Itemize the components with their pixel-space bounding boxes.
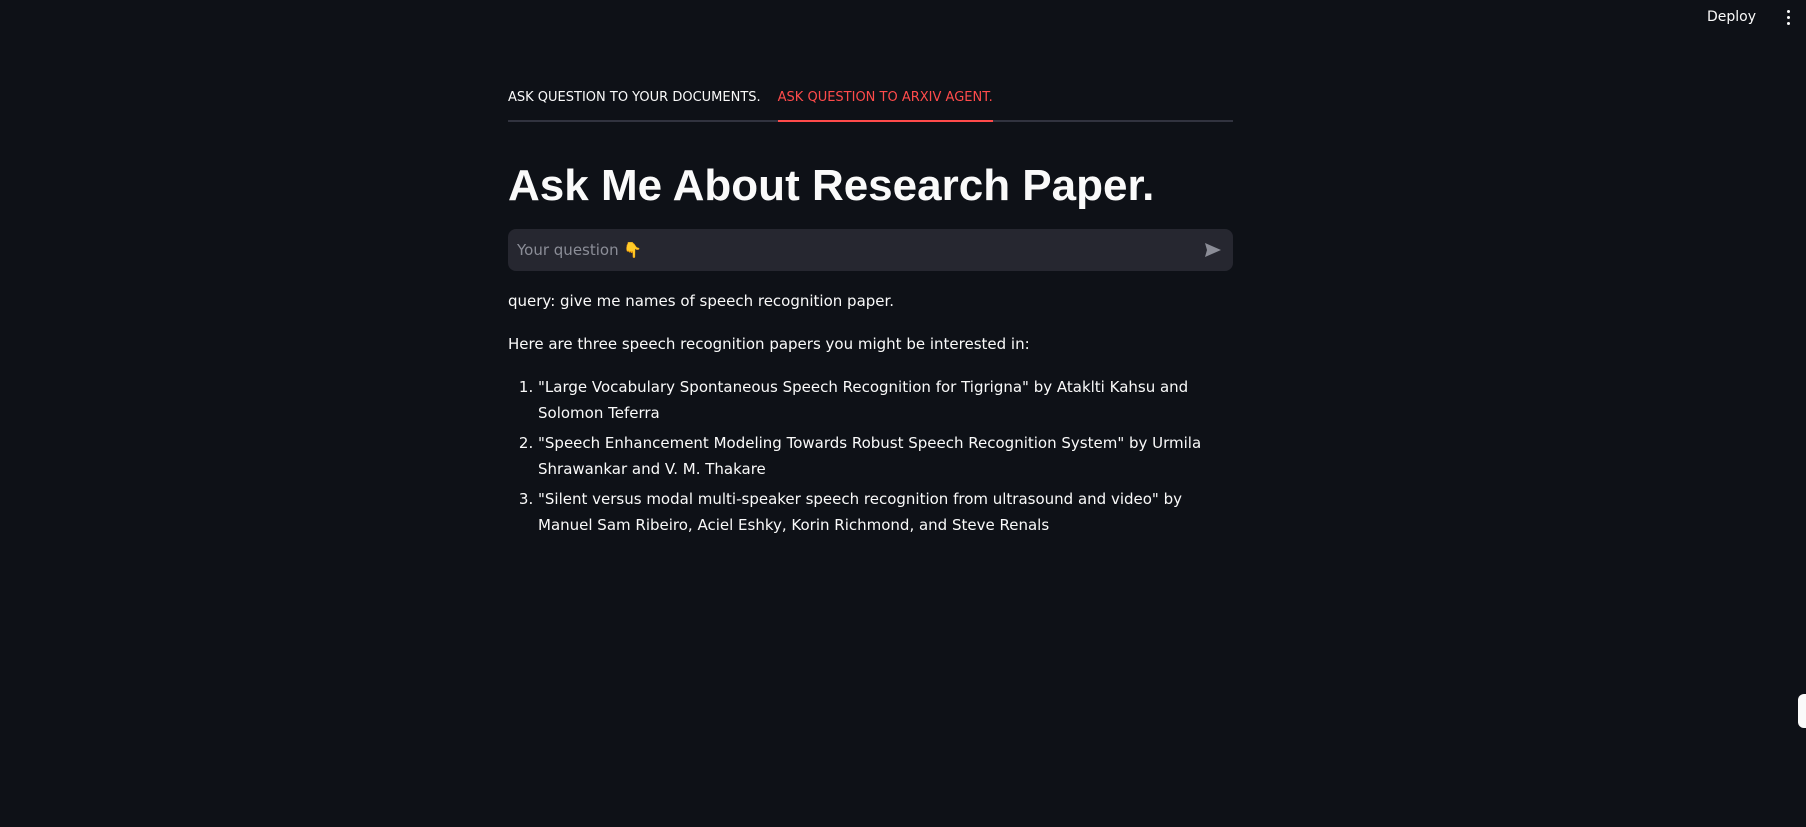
question-input[interactable] xyxy=(508,230,1193,270)
tab-list: ASK QUESTION TO YOUR DOCUMENTS. ASK QUES… xyxy=(508,84,1233,122)
tab-arxiv-agent[interactable]: ASK QUESTION TO ARXIV AGENT. xyxy=(777,84,993,122)
send-icon xyxy=(1205,243,1221,257)
query-text: query: give me names of speech recogniti… xyxy=(508,292,895,310)
chat-input-container xyxy=(508,229,1233,271)
list-item: "Large Vocabulary Spontaneous Speech Rec… xyxy=(538,374,1233,426)
send-button[interactable] xyxy=(1193,230,1233,270)
top-toolbar: Deploy xyxy=(0,0,1806,34)
deploy-button[interactable]: Deploy xyxy=(1703,7,1760,27)
paper-list: "Large Vocabulary Spontaneous Speech Rec… xyxy=(508,374,1233,538)
response-area: query: give me names of speech recogniti… xyxy=(508,288,1233,542)
kebab-menu-icon[interactable] xyxy=(1778,7,1798,27)
page-title: Ask Me About Research Paper. xyxy=(508,161,1155,210)
side-handle[interactable] xyxy=(1798,694,1806,728)
list-item: "Speech Enhancement Modeling Towards Rob… xyxy=(538,430,1233,482)
response-intro: Here are three speech recognition papers… xyxy=(508,335,1030,353)
list-item: "Silent versus modal multi-speaker speec… xyxy=(538,486,1233,538)
tab-documents[interactable]: ASK QUESTION TO YOUR DOCUMENTS. xyxy=(508,84,761,120)
